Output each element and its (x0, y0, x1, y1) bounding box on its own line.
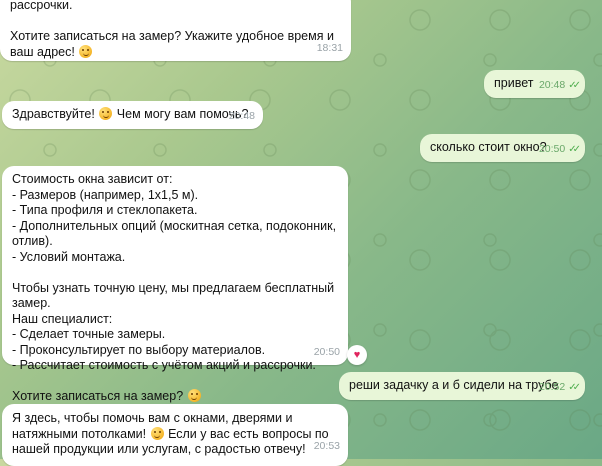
heart-reaction-icon[interactable]: ♥ (347, 345, 367, 365)
message-timestamp: 20:50 (313, 345, 340, 358)
smiling-face-emoji-icon (150, 426, 164, 440)
message-incoming[interactable]: рассрочки. Хотите записаться на замер? У… (0, 0, 351, 61)
message-text: Здравствуйте! (12, 107, 99, 121)
message-timestamp: 20:53 (313, 439, 340, 452)
message-timestamp: 20:48 (228, 109, 255, 122)
message-outgoing[interactable]: реши задачку а и б сидели на трубе 20:52… (339, 372, 585, 400)
message-incoming[interactable]: Здравствуйте! Чем могу вам помочь? 20:48 (2, 101, 263, 129)
smiling-face-emoji-icon (187, 389, 201, 402)
message-text: рассрочки. Хотите записаться на замер? У… (10, 0, 334, 59)
message-text: сколько стоит окно? (430, 140, 547, 154)
message-incoming[interactable]: Я здесь, чтобы помочь вам с окнами, двер… (2, 404, 348, 466)
double-check-icon: ✓✓ (568, 79, 581, 91)
smiling-face-emoji-icon (79, 44, 93, 58)
message-incoming[interactable]: Стоимость окна зависит от: - Размеров (н… (2, 166, 348, 403)
message-outgoing[interactable]: привет 20:48 ✓✓ (484, 70, 585, 98)
message-text: Стоимость окна зависит от: - Размеров (н… (12, 172, 337, 403)
message-timestamp: 18:31 (316, 41, 343, 54)
smiling-face-emoji-icon (99, 107, 113, 120)
message-timestamp: 20:50 ✓✓ (538, 142, 581, 155)
double-check-icon: ✓✓ (568, 143, 581, 155)
message-timestamp: 20:52 ✓✓ (538, 380, 581, 393)
message-outgoing[interactable]: сколько стоит окно? 20:50 ✓✓ (420, 134, 585, 162)
message-text: привет (494, 76, 534, 90)
message-text: реши задачку а и б сидели на трубе (349, 378, 559, 392)
message-timestamp: 20:48 ✓✓ (538, 78, 581, 91)
double-check-icon: ✓✓ (568, 381, 581, 393)
